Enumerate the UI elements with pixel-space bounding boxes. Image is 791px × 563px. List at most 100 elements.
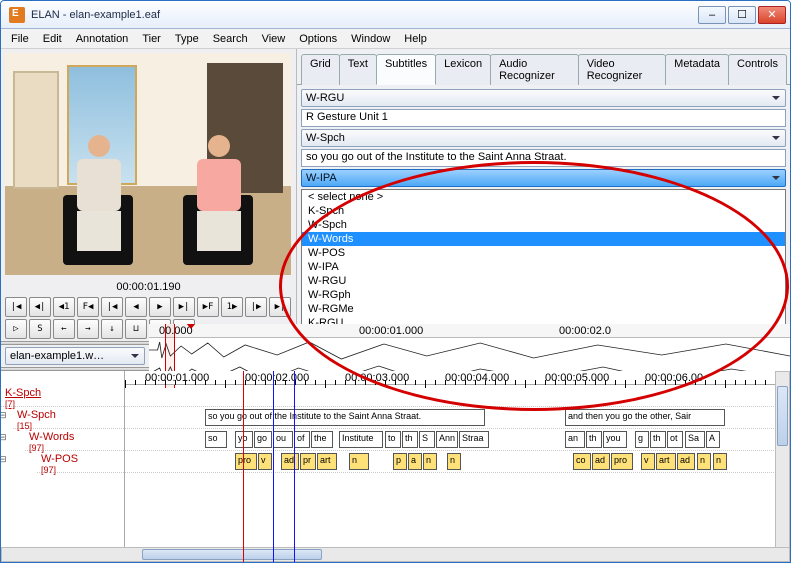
annotation-segment[interactable]: go: [254, 431, 272, 448]
annotation-row-wspch[interactable]: so you go out of the Institute to the Sa…: [125, 407, 790, 429]
transport-button-15[interactable]: →: [77, 319, 99, 339]
annotation-segment[interactable]: A: [706, 431, 720, 448]
annotation-segment[interactable]: the: [311, 431, 333, 448]
maximize-button[interactable]: ☐: [728, 6, 756, 24]
annotation-segment[interactable]: S: [419, 431, 435, 448]
annotation-segment[interactable]: pr: [300, 453, 316, 470]
transport-button-14[interactable]: ←: [53, 319, 75, 339]
annotation-segment[interactable]: ad: [677, 453, 695, 470]
tier-label-k-spch[interactable]: K-Spch[7]: [1, 385, 124, 407]
dropdown-option[interactable]: W-RGph: [302, 288, 785, 302]
annotation-segment[interactable]: p: [393, 453, 407, 470]
annotation-segment[interactable]: ad: [281, 453, 299, 470]
annotation-segment[interactable]: th: [650, 431, 666, 448]
annotation-segment[interactable]: Institute: [339, 431, 383, 448]
annotation-row-wpos[interactable]: provadprartnpanncoadprovartadnn: [125, 451, 790, 473]
menu-file[interactable]: File: [5, 31, 35, 47]
transport-button-12[interactable]: ▷: [5, 319, 27, 339]
menu-type[interactable]: Type: [169, 31, 205, 47]
transport-button-8[interactable]: ▶F: [197, 297, 219, 317]
tier-label-w-words[interactable]: W-Words[97]: [25, 429, 124, 451]
horizontal-scrollbar[interactable]: [1, 547, 790, 562]
annotation-area[interactable]: 00:00:01.00000:00:02.00000:00:03.00000:0…: [125, 371, 790, 562]
vertical-scrollbar[interactable]: [775, 371, 790, 562]
transport-button-17[interactable]: ⊔: [125, 319, 147, 339]
menu-search[interactable]: Search: [207, 31, 254, 47]
annotation-segment[interactable]: n: [713, 453, 727, 470]
annotation-segment[interactable]: yo: [235, 431, 253, 448]
menu-view[interactable]: View: [256, 31, 292, 47]
transport-button-3[interactable]: F◀: [77, 297, 99, 317]
transport-button-6[interactable]: ▶: [149, 297, 171, 317]
annotation-segment[interactable]: n: [423, 453, 437, 470]
transport-button-2[interactable]: ◀1: [53, 297, 75, 317]
annotation-segment[interactable]: ot: [667, 431, 683, 448]
tab-subtitles[interactable]: Subtitles: [376, 54, 436, 85]
annotation-segment[interactable]: art: [656, 453, 676, 470]
playhead[interactable]: [243, 371, 244, 562]
annotation-segment[interactable]: an: [565, 431, 585, 448]
annotation-segment[interactable]: v: [641, 453, 655, 470]
transport-button-9[interactable]: 1▶: [221, 297, 243, 317]
transport-button-0[interactable]: |◀: [5, 297, 27, 317]
transport-button-10[interactable]: |▶: [245, 297, 267, 317]
annotation-segment[interactable]: so: [205, 431, 227, 448]
transport-button-13[interactable]: S: [29, 319, 51, 339]
tab-lexicon[interactable]: Lexicon: [435, 54, 491, 85]
subtitle-text-2[interactable]: so you go out of the Institute to the Sa…: [301, 149, 786, 167]
transport-button-1[interactable]: ◀|: [29, 297, 51, 317]
tier-combo-1[interactable]: W-RGU: [301, 89, 786, 107]
tier-name-column[interactable]: K-Spch[7]W-Spch[15]W-Words[97]W-POS[97]: [1, 371, 125, 562]
annotation-segment[interactable]: Sa: [685, 431, 705, 448]
tier-dropdown-list[interactable]: < select none >K-SpchW-SpchW-WordsW-POSW…: [301, 189, 786, 337]
titlebar[interactable]: ELAN - elan-example1.eaf – ☐ ✕: [1, 1, 790, 29]
minimize-button[interactable]: –: [698, 6, 726, 24]
transport-button-7[interactable]: ▶|: [173, 297, 195, 317]
transport-button-4[interactable]: |◀: [101, 297, 123, 317]
tab-text[interactable]: Text: [339, 54, 377, 85]
transport-button-16[interactable]: ↓: [101, 319, 123, 339]
dropdown-option[interactable]: W-Words: [302, 232, 785, 246]
video-viewer[interactable]: [5, 53, 291, 275]
annotation-segment[interactable]: ad: [592, 453, 610, 470]
annotation-segment[interactable]: co: [573, 453, 591, 470]
menu-annotation[interactable]: Annotation: [70, 31, 135, 47]
signal-selector[interactable]: elan-example1.w…: [5, 347, 145, 365]
scrollbar-thumb[interactable]: [142, 549, 322, 560]
scrollbar-thumb[interactable]: [777, 386, 788, 446]
tier-combo-3[interactable]: W-IPA: [301, 169, 786, 187]
annotation-segment[interactable]: th: [586, 431, 602, 448]
annotation-segment[interactable]: g: [635, 431, 649, 448]
menu-edit[interactable]: Edit: [37, 31, 68, 47]
dropdown-option[interactable]: W-Spch: [302, 218, 785, 232]
tab-metadata[interactable]: Metadata: [665, 54, 729, 85]
menu-window[interactable]: Window: [345, 31, 396, 47]
tier-label-w-pos[interactable]: W-POS[97]: [37, 451, 124, 473]
annotation-segment[interactable]: Ann: [436, 431, 458, 448]
transport-button-11[interactable]: ▶|: [269, 297, 291, 317]
annotation-segment[interactable]: a: [408, 453, 422, 470]
tier-combo-2[interactable]: W-Spch: [301, 129, 786, 147]
menu-options[interactable]: Options: [293, 31, 343, 47]
dropdown-option[interactable]: < select none >: [302, 190, 785, 204]
close-button[interactable]: ✕: [758, 6, 786, 24]
tab-grid[interactable]: Grid: [301, 54, 340, 85]
tab-video-recognizer[interactable]: Video Recognizer: [578, 54, 666, 85]
annotation-segment[interactable]: n: [447, 453, 461, 470]
annotation-segment[interactable]: art: [317, 453, 337, 470]
annotation-segment[interactable]: so you go out of the Institute to the Sa…: [205, 409, 485, 426]
annotation-segment[interactable]: ou: [273, 431, 293, 448]
tier-label-w-spch[interactable]: W-Spch[15]: [13, 407, 124, 429]
annotation-segment[interactable]: pro: [611, 453, 633, 470]
annotation-segment[interactable]: th: [402, 431, 418, 448]
annotation-segment[interactable]: n: [697, 453, 711, 470]
tab-controls[interactable]: Controls: [728, 54, 787, 85]
annotation-segment[interactable]: v: [258, 453, 272, 470]
annotation-segment[interactable]: and then you go the other, Sair: [565, 409, 725, 426]
annotation-row-wwords[interactable]: soyogoouoftheInstitutetothSAnnStraaanthy…: [125, 429, 790, 451]
subtitle-text-1[interactable]: R Gesture Unit 1: [301, 109, 786, 127]
annotation-segment[interactable]: of: [294, 431, 310, 448]
dropdown-option[interactable]: W-POS: [302, 246, 785, 260]
annotation-row-kspch[interactable]: [125, 385, 790, 407]
menu-tier[interactable]: Tier: [136, 31, 167, 47]
